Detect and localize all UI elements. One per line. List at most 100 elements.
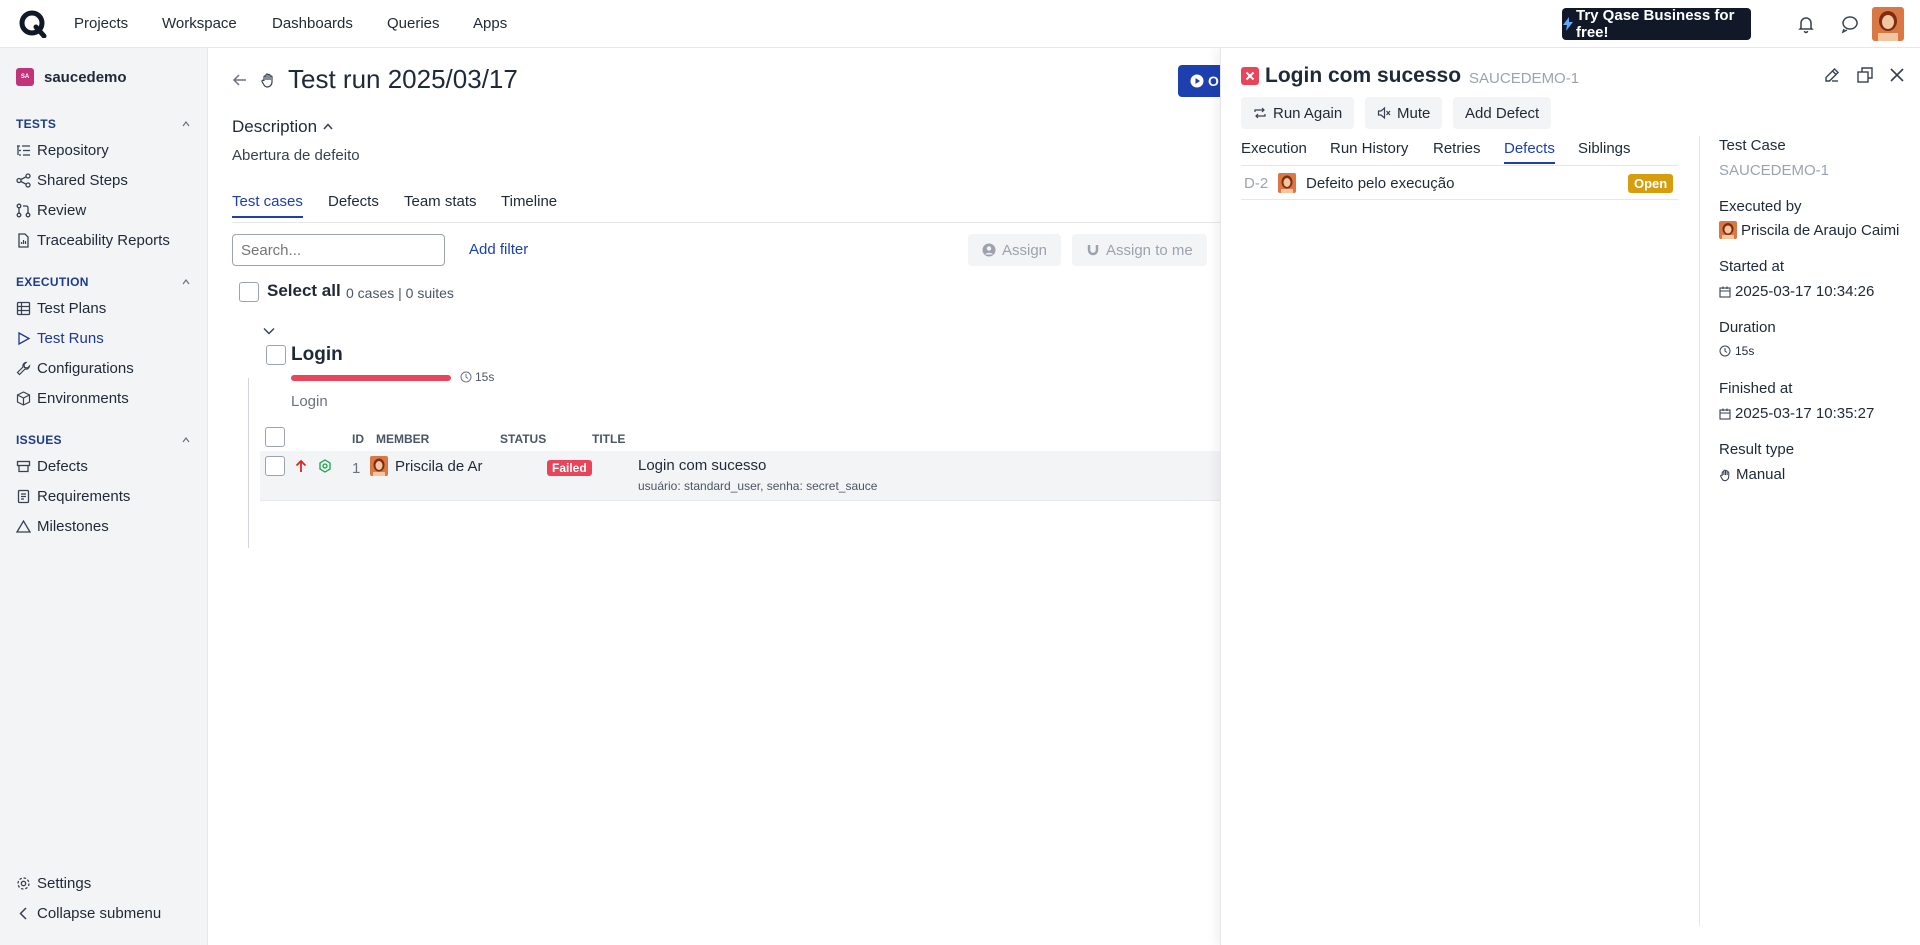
sidebar-item-shared-steps[interactable]: Shared Steps <box>16 172 128 189</box>
tab-test-cases[interactable]: Test cases <box>232 193 303 218</box>
defect-status-badge: Open <box>1628 174 1674 193</box>
sidebar-item-test-runs[interactable]: Test Runs <box>16 330 104 347</box>
case-params: usuário: standard_user, senha: secret_sa… <box>638 479 878 493</box>
tab-siblings[interactable]: Siblings <box>1578 140 1631 162</box>
search-input[interactable] <box>232 234 445 266</box>
result-type: Manual <box>1719 466 1785 483</box>
nav-apps[interactable]: Apps <box>473 15 507 32</box>
executed-by-label: Executed by <box>1719 198 1802 215</box>
settings-link[interactable]: Settings <box>16 875 91 892</box>
chevron-down-icon[interactable] <box>262 324 276 338</box>
qase-logo-icon[interactable] <box>19 10 47 38</box>
tab-defects[interactable]: Defects <box>328 193 379 216</box>
back-arrow-icon[interactable] <box>232 72 248 88</box>
main-content: Test run 2025/03/17 O Description Abertu… <box>208 48 1220 945</box>
defect-title[interactable]: Defeito pelo execução <box>1306 175 1454 192</box>
collapse-submenu-button[interactable]: Collapse submenu <box>16 905 161 922</box>
sidebar-item-review[interactable]: Review <box>16 202 86 219</box>
result-type-label: Result type <box>1719 441 1795 458</box>
sidebar-item-label: Requirements <box>37 488 131 505</box>
sidebar-item-label: Test Runs <box>37 330 104 347</box>
project-selector[interactable]: SA saucedemo <box>16 68 127 86</box>
tab-execution[interactable]: Execution <box>1241 140 1307 162</box>
hand-manual-icon <box>260 72 276 88</box>
table-row[interactable]: 1 Priscila de Ar Failed Login com sucess… <box>260 451 1220 501</box>
file-report-icon <box>16 233 31 248</box>
suite-checkbox[interactable] <box>266 345 286 365</box>
nav-dashboards[interactable]: Dashboards <box>272 15 353 32</box>
sidebar-item-test-plans[interactable]: Test Plans <box>16 300 106 317</box>
open-new-window-icon[interactable] <box>1856 66 1874 84</box>
tab-timeline[interactable]: Timeline <box>501 193 557 216</box>
run-options-button[interactable]: O <box>1178 65 1220 97</box>
cube-icon <box>16 391 31 406</box>
nav-projects[interactable]: Projects <box>74 15 128 32</box>
nav-queries[interactable]: Queries <box>387 15 440 32</box>
add-defect-button[interactable]: Add Defect <box>1453 97 1552 129</box>
add-filter-button[interactable]: Add filter <box>469 241 528 258</box>
sidebar-item-milestones[interactable]: Milestones <box>16 518 109 535</box>
description-text: Abertura de defeito <box>232 147 360 164</box>
document-icon <box>16 489 31 504</box>
description-toggle[interactable]: Description <box>232 117 335 137</box>
duration: 15s <box>1719 344 1754 358</box>
add-defect-label: Add Defect <box>1465 104 1540 122</box>
chat-icon[interactable] <box>1840 14 1860 34</box>
panel-case-code[interactable]: SAUCEDEMO-1 <box>1469 70 1579 87</box>
close-icon[interactable] <box>1888 66 1906 84</box>
magnet-icon <box>1086 243 1100 257</box>
member-avatar <box>370 456 388 476</box>
row-checkbox[interactable] <box>265 456 285 476</box>
table-header-checkbox[interactable] <box>265 427 285 447</box>
tab-run-history[interactable]: Run History <box>1330 140 1408 162</box>
description-heading: Description <box>232 117 318 136</box>
mountain-icon <box>16 519 31 534</box>
settings-label: Settings <box>37 875 92 892</box>
sidebar-item-requirements[interactable]: Requirements <box>16 488 130 505</box>
run-again-button[interactable]: Run Again <box>1241 97 1355 129</box>
try-business-button[interactable]: Try Qase Business for free! <box>1562 7 1751 41</box>
tree-line <box>248 378 249 548</box>
sidebar-item-label: Traceability Reports <box>37 232 170 249</box>
failed-x-icon <box>1241 67 1259 85</box>
sidebar-item-environments[interactable]: Environments <box>16 390 129 407</box>
suite-subtitle: Login <box>291 393 328 410</box>
cases-count: 0 cases <box>346 285 395 301</box>
panel-header: Login com sucesso SAUCEDEMO-1 <box>1241 64 1579 88</box>
mute-button[interactable]: Mute <box>1365 97 1443 129</box>
tab-panel-defects[interactable]: Defects <box>1504 140 1555 164</box>
duration-value: 15s <box>475 370 495 384</box>
tab-team-stats[interactable]: Team stats <box>404 193 477 216</box>
speaker-mute-icon <box>1377 106 1391 120</box>
user-avatar[interactable] <box>1872 7 1904 41</box>
assign-to-me-label: Assign to me <box>1106 241 1193 259</box>
defect-list-item[interactable]: D-2 Defeito pelo execução Open <box>1241 170 1678 200</box>
column-header-id: ID <box>352 432 364 446</box>
play-circle-icon <box>1190 74 1204 88</box>
nav-workspace[interactable]: Workspace <box>162 15 237 32</box>
tab-retries[interactable]: Retries <box>1433 140 1481 162</box>
test-case-value[interactable]: SAUCEDEMO-1 <box>1719 162 1829 179</box>
bell-icon[interactable] <box>1796 14 1816 34</box>
defects-icon <box>16 459 31 474</box>
sidebar-item-defects[interactable]: Defects <box>16 458 88 475</box>
section-tests-heading[interactable]: TESTS <box>16 117 56 131</box>
sidebar-item-repository[interactable]: Repository <box>16 142 109 159</box>
member-name: Priscila de Ar <box>395 458 483 475</box>
chevron-up-icon[interactable] <box>180 276 192 288</box>
chevron-up-icon[interactable] <box>180 118 192 130</box>
clock-icon <box>1719 345 1731 357</box>
sidebar-item-configurations[interactable]: Configurations <box>16 360 134 377</box>
sidebar-item-traceability-reports[interactable]: Traceability Reports <box>16 232 170 249</box>
mute-label: Mute <box>1397 104 1431 122</box>
case-title[interactable]: Login com sucesso <box>638 457 766 474</box>
assign-to-me-button[interactable]: Assign to me <box>1072 234 1207 266</box>
section-issues-heading[interactable]: ISSUES <box>16 433 62 447</box>
priority-high-icon <box>295 459 307 473</box>
assign-button[interactable]: Assign <box>968 234 1062 266</box>
edit-icon[interactable] <box>1823 66 1841 84</box>
chevron-up-icon[interactable] <box>180 434 192 446</box>
wrench-icon <box>16 361 31 376</box>
select-all-checkbox[interactable] <box>239 282 259 302</box>
section-execution-heading[interactable]: EXECUTION <box>16 275 89 289</box>
